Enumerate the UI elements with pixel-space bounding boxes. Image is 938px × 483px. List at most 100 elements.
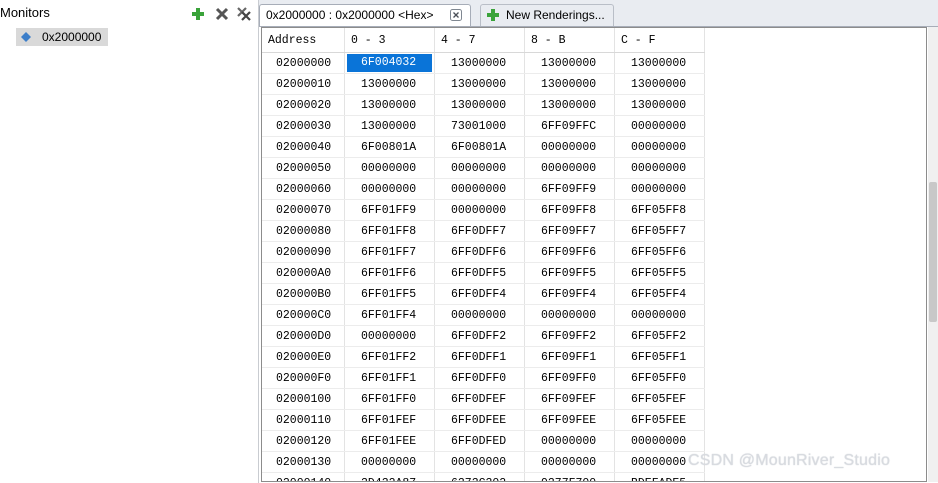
hex-cell[interactable]: 6FF05FEF — [614, 388, 705, 410]
hex-cell[interactable]: 13000000 — [524, 52, 615, 74]
hex-cell[interactable]: 00000000 — [344, 178, 435, 200]
column-header[interactable]: Address — [262, 28, 345, 53]
hex-cell[interactable]: 6FF05FF2 — [614, 325, 705, 347]
hex-cell[interactable]: 6FF0DFF4 — [434, 283, 525, 305]
column-header[interactable]: 8 - B — [524, 28, 615, 53]
hex-cell[interactable]: 13000000 — [434, 94, 525, 116]
hex-cell[interactable]: 00000000 — [614, 136, 705, 158]
hex-cell[interactable]: 6FF09FEF — [524, 388, 615, 410]
hex-cell[interactable]: 00000000 — [344, 451, 435, 473]
hex-cell[interactable]: 6373C302 — [434, 472, 525, 481]
hex-cell[interactable]: 6FF01FF8 — [344, 220, 435, 242]
hex-cell[interactable]: 6FF05FF7 — [614, 220, 705, 242]
hex-cell[interactable]: 6FF05FF4 — [614, 283, 705, 305]
hex-cell[interactable]: 00000000 — [614, 157, 705, 179]
hex-cell[interactable]: 73001000 — [434, 115, 525, 137]
hex-cell[interactable]: 13000000 — [524, 73, 615, 95]
hex-cell[interactable]: 6FF01FF0 — [344, 388, 435, 410]
hex-cell[interactable]: 6FF09FF7 — [524, 220, 615, 242]
hex-cell[interactable]: 6FF01FF7 — [344, 241, 435, 263]
hex-cell[interactable]: 13000000 — [614, 73, 705, 95]
add-monitor-icon[interactable] — [190, 6, 206, 22]
hex-cell[interactable]: 00000000 — [614, 115, 705, 137]
hex-cell[interactable]: 6FF01FF1 — [344, 367, 435, 389]
hex-cell[interactable]: 6F00801A — [344, 136, 435, 158]
hex-cell[interactable]: 00000000 — [434, 199, 525, 221]
hex-cell[interactable]: 6F004032 — [344, 52, 435, 74]
hex-cell[interactable]: 00000000 — [524, 136, 615, 158]
hex-cell[interactable]: 6FF0DFF6 — [434, 241, 525, 263]
hex-cell[interactable]: 6FF05FF5 — [614, 262, 705, 284]
tab-new-renderings[interactable]: New Renderings... — [480, 4, 614, 26]
column-header[interactable]: C - F — [614, 28, 705, 53]
hex-cell[interactable]: 9377F700 — [524, 472, 615, 481]
hex-cell[interactable]: 6FF09FFC — [524, 115, 615, 137]
hex-cell[interactable]: 00000000 — [344, 325, 435, 347]
hex-cell[interactable]: 6FF0DFF0 — [434, 367, 525, 389]
hex-cell[interactable]: 6FF0DFEF — [434, 388, 525, 410]
remove-all-monitors-icon[interactable] — [236, 6, 252, 22]
hex-cell[interactable]: 00000000 — [614, 178, 705, 200]
hex-cell[interactable]: 13000000 — [434, 73, 525, 95]
hex-cell[interactable]: 6FF05FEE — [614, 409, 705, 431]
hex-cell[interactable]: 00000000 — [614, 430, 705, 452]
column-header[interactable]: 0 - 3 — [344, 28, 435, 53]
hex-cell[interactable]: 6FF01FF9 — [344, 199, 435, 221]
hex-cell[interactable]: 6FF05FF1 — [614, 346, 705, 368]
remove-monitor-icon[interactable] — [214, 6, 230, 22]
hex-cell[interactable]: 13000000 — [344, 94, 435, 116]
tab-hex-rendering[interactable]: 0x2000000 : 0x2000000 <Hex> — [259, 4, 471, 26]
column-header[interactable]: 4 - 7 — [434, 28, 525, 53]
monitor-item[interactable]: 0x2000000 — [16, 28, 108, 46]
hex-cell[interactable]: 00000000 — [524, 304, 615, 326]
hex-cell[interactable]: 00000000 — [524, 451, 615, 473]
hex-cell[interactable]: 6FF09FEE — [524, 409, 615, 431]
hex-cell[interactable]: 00000000 — [524, 430, 615, 452]
hex-cell[interactable]: 00000000 — [434, 304, 525, 326]
hex-cell[interactable]: 00000000 — [434, 451, 525, 473]
hex-cell[interactable]: 6FF09FF1 — [524, 346, 615, 368]
hex-cell-value: 00000000 — [631, 140, 687, 154]
close-tab-icon[interactable] — [450, 9, 462, 21]
hex-cell[interactable]: 13000000 — [614, 52, 705, 74]
hex-cell[interactable]: 13000000 — [344, 73, 435, 95]
hex-cell[interactable]: 00000000 — [524, 157, 615, 179]
vertical-scrollbar[interactable] — [928, 27, 938, 482]
hex-cell[interactable]: 6FF01FF5 — [344, 283, 435, 305]
hex-cell[interactable]: 6FF09FF9 — [524, 178, 615, 200]
hex-cell[interactable]: 00000000 — [434, 157, 525, 179]
hex-cell[interactable]: 13000000 — [434, 52, 525, 74]
hex-cell[interactable]: 6FF0DFF5 — [434, 262, 525, 284]
hex-cell[interactable]: 6FF05FF0 — [614, 367, 705, 389]
hex-cell[interactable]: 6FF01FF6 — [344, 262, 435, 284]
hex-cell[interactable]: 6FF0DFF7 — [434, 220, 525, 242]
scrollbar-thumb[interactable] — [929, 182, 937, 322]
hex-cell[interactable]: 6FF09FF0 — [524, 367, 615, 389]
hex-cell[interactable]: 00000000 — [614, 304, 705, 326]
hex-cell[interactable]: BDEFADE5 — [614, 472, 705, 481]
hex-cell[interactable]: 00000000 — [434, 178, 525, 200]
hex-cell[interactable]: 6FF09FF5 — [524, 262, 615, 284]
hex-cell[interactable]: 6FF09FF2 — [524, 325, 615, 347]
hex-cell[interactable]: 6FF01FF4 — [344, 304, 435, 326]
hex-cell[interactable]: 6FF09FF8 — [524, 199, 615, 221]
hex-cell[interactable]: 6F00801A — [434, 136, 525, 158]
hex-cell[interactable]: 6FF0DFF1 — [434, 346, 525, 368]
hex-cell[interactable]: 6FF0DFEE — [434, 409, 525, 431]
memory-table-frame: Address 0 - 3 4 - 7 8 - B C - F 02000000 6F00… — [261, 27, 927, 482]
hex-cell[interactable]: 13000000 — [614, 94, 705, 116]
hex-cell[interactable]: 6FF01FEF — [344, 409, 435, 431]
hex-cell[interactable]: 6FF0DFF2 — [434, 325, 525, 347]
hex-cell[interactable]: 13000000 — [344, 115, 435, 137]
hex-cell[interactable]: 6FF05FF8 — [614, 199, 705, 221]
hex-cell[interactable]: 6FF0DFED — [434, 430, 525, 452]
hex-cell[interactable]: 00000000 — [344, 157, 435, 179]
tab-bar: 0x2000000 : 0x2000000 <Hex> New Renderin… — [259, 0, 938, 27]
hex-cell[interactable]: 6FF01FF2 — [344, 346, 435, 368]
hex-cell[interactable]: 6FF09FF6 — [524, 241, 615, 263]
hex-cell[interactable]: 3D432A87 — [344, 472, 435, 481]
hex-cell[interactable]: 6FF01FEE — [344, 430, 435, 452]
hex-cell[interactable]: 6FF09FF4 — [524, 283, 615, 305]
hex-cell[interactable]: 6FF05FF6 — [614, 241, 705, 263]
hex-cell[interactable]: 13000000 — [524, 94, 615, 116]
